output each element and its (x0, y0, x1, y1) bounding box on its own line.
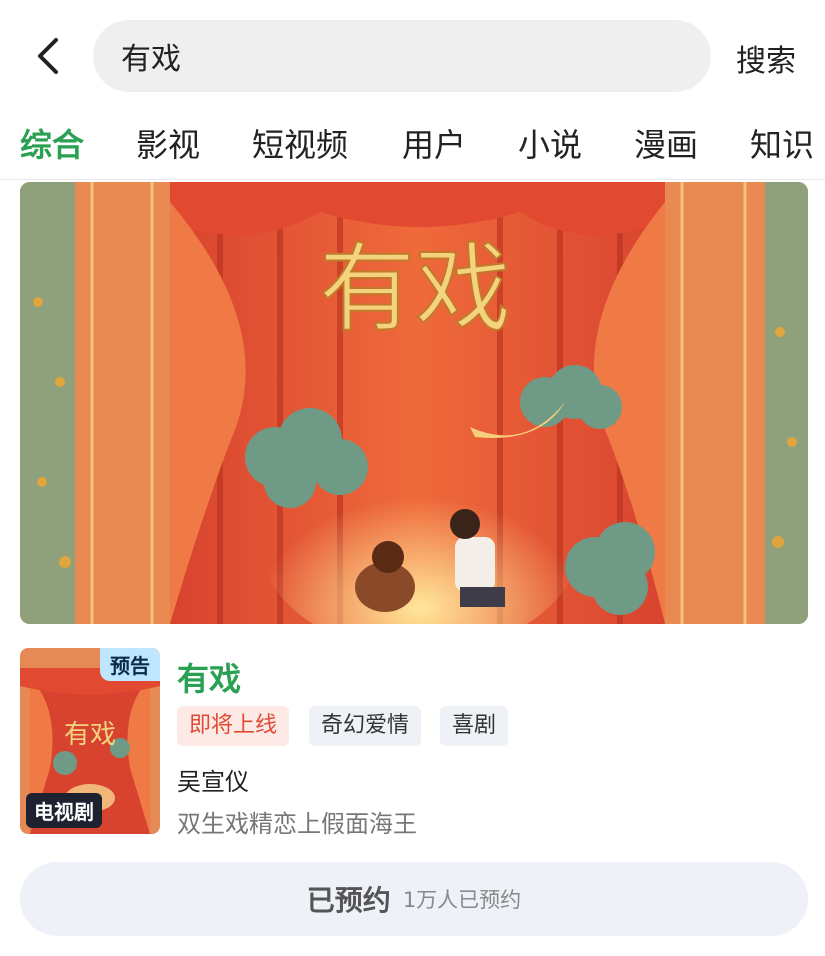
description: 双生戏精恋上假面海王 (177, 810, 417, 838)
cast-name[interactable]: 吴宣仪 (177, 762, 249, 797)
poster-banner[interactable]: 有戏 (20, 182, 808, 624)
tab-comics[interactable]: 漫画 (634, 120, 698, 166)
search-button[interactable]: 搜索 (736, 36, 796, 80)
result-title[interactable]: 有戏 (177, 654, 241, 700)
search-bar: 搜索 (0, 0, 825, 110)
tag-genre-comedy: 喜剧 (440, 706, 509, 746)
thumbnail-title-art: 有戏 (64, 720, 116, 750)
tab-users[interactable]: 用户 (402, 120, 466, 166)
poster-title-art: 有戏 (319, 233, 511, 345)
type-badge: 电视剧 (26, 793, 102, 828)
tag-coming-soon: 即将上线 (177, 706, 290, 746)
back-button[interactable] (28, 36, 68, 76)
preview-badge: 预告 (100, 648, 160, 681)
search-input[interactable] (121, 20, 681, 92)
result-card[interactable]: 有戏 预告 电视剧 有戏 即将上线 奇幻爱情 喜剧 吴宣仪 双生戏精恋上假面海王 (0, 648, 825, 838)
tab-short-video[interactable]: 短视频 (252, 120, 348, 166)
poster-image: 有戏 (20, 182, 808, 624)
reserve-label: 已预约 (306, 884, 391, 917)
category-tabs: 综合 影视 短视频 用户 小说 漫画 知识 (0, 112, 825, 180)
tab-film-tv[interactable]: 影视 (136, 120, 200, 166)
reserve-button[interactable]: 已预约 1万人已预约 (20, 862, 808, 936)
tab-novels[interactable]: 小说 (518, 120, 582, 166)
tab-comprehensive[interactable]: 综合 (20, 120, 84, 166)
thumbnail[interactable]: 有戏 预告 电视剧 (20, 648, 160, 834)
tab-knowledge[interactable]: 知识 (750, 120, 814, 166)
chevron-left-icon (38, 38, 58, 74)
tag-genre-fantasy-romance: 奇幻爱情 (309, 706, 422, 746)
search-box[interactable] (93, 20, 711, 92)
reserve-count: 1万人已预约 (402, 888, 522, 912)
